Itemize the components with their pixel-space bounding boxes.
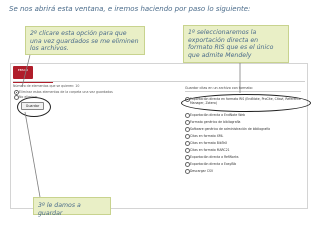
format-option-label: Citas en formato XML [190,134,224,138]
format-option-label: Descargar CSV [190,169,214,173]
save-button-highlight [17,97,51,117]
slide-heading: Se nos abrirá esta ventana, e iremos hac… [9,5,251,13]
format-option-label: Citas en formato MARC21 [190,148,230,152]
export-window-screenshot: EBSCO Número de elementos que se quieren… [10,63,311,209]
header-accent-bar [13,82,53,83]
ebsco-logo: EBSCO [13,66,33,79]
ris-format-highlight [181,94,311,112]
format-option-label: Citas en formato BibTeX [190,141,228,145]
callout-step-3: 3º le damos a guardar [33,197,111,217]
format-option-label: Software genérico de administración de b… [190,127,271,131]
export-format-divider [185,91,301,92]
format-option-label: Formato genérico de bibliografía [190,120,241,124]
format-option-label: Exportación directa a RefWorks [190,155,239,159]
format-option-label: Exportación directa a EndNote Web [190,113,245,117]
export-count-text: Número de elementos que se quieren: 10 [13,84,80,88]
format-option-label: Exportación directa a EasyBib [190,162,237,166]
export-format-panel: Guardar citas en un archivo con formato:… [181,86,311,192]
delete-after-save-label: Eliminar estos elementos de la carpeta u… [19,90,113,94]
export-format-title: Guardar citas en un archivo con formato: [185,86,253,90]
slide: Se nos abrirá esta ventana, e iremos hac… [0,0,320,240]
callout-step-1: 1º seleccionaremos la exportación direct… [183,25,289,63]
callout-step-2: 2º clicare esta opción para que una vez … [25,26,145,55]
header-divider [13,81,305,82]
